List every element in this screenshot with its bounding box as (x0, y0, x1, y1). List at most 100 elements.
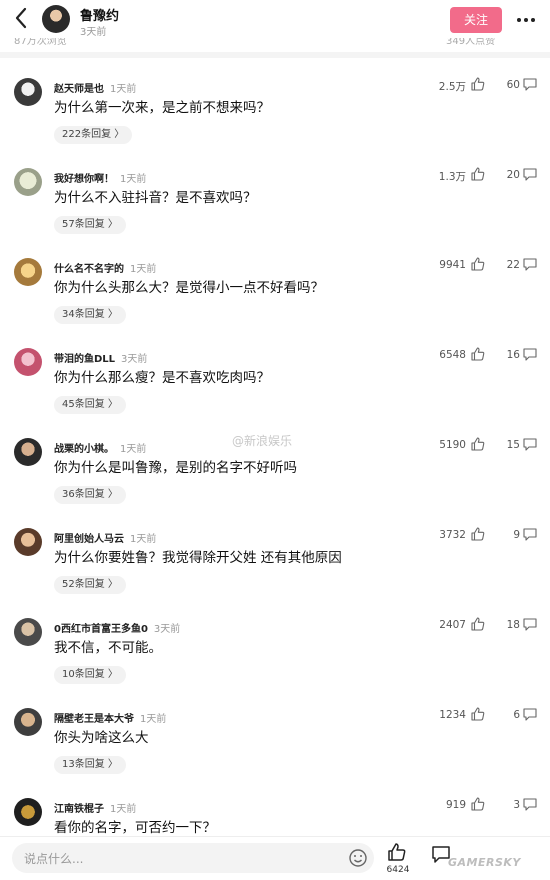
reply-bubble-icon[interactable] (522, 706, 538, 722)
commenter-name-text[interactable]: 什么名不名字的 (54, 264, 124, 275)
comment-reply-count: 20 (506, 169, 520, 181)
view-replies-button[interactable]: 222条回复 〉 (54, 126, 133, 144)
comment-like-count: 9941 (439, 259, 466, 271)
commenter-name-text[interactable]: 我好想你啊！ (54, 174, 114, 185)
comment-reply-count: 6 (513, 709, 520, 721)
emoji-icon[interactable] (348, 848, 368, 868)
commenter-name[interactable]: 隔壁老王是本大爷 1天前 (54, 710, 166, 725)
comment-like-count: 2.5万 (438, 81, 466, 93)
view-replies-button[interactable]: 52条回复 〉 (54, 576, 126, 594)
thumbs-up-icon[interactable] (470, 526, 486, 542)
reply-bubble-icon[interactable] (522, 166, 538, 182)
comment-text[interactable]: 为什么你要姓鲁？我觉得除开父姓 还有其他原因 (54, 546, 342, 566)
view-replies-button[interactable]: 45条回复 〉 (54, 396, 126, 414)
thumbs-up-icon[interactable] (470, 796, 486, 812)
comment-text[interactable]: 我不信，不可能。 (54, 636, 162, 656)
commenter-name-text[interactable]: 带泪的鱼DLL (54, 354, 115, 365)
like-post-icon[interactable] (386, 841, 408, 863)
thumbs-up-icon[interactable] (470, 166, 486, 182)
commenter-name[interactable]: 我好想你啊！ 1天前 (54, 170, 146, 185)
commenter-name-text[interactable]: 战栗的小棋。 (54, 444, 114, 455)
commenter-avatar[interactable] (14, 708, 42, 736)
commenter-avatar[interactable] (14, 78, 42, 106)
commenter-name-text[interactable]: 赵天师是也 (54, 84, 104, 95)
follow-button[interactable]: 关注 (450, 7, 502, 33)
author-avatar[interactable] (42, 5, 70, 33)
thumbs-up-icon[interactable] (470, 616, 486, 632)
view-replies-button[interactable]: 34条回复 〉 (54, 306, 126, 324)
commenter-avatar[interactable] (14, 438, 42, 466)
commenter-name[interactable]: 带泪的鱼DLL 3天前 (54, 350, 147, 365)
thumbs-up-icon[interactable] (470, 436, 486, 452)
thumbs-up-icon[interactable] (470, 346, 486, 362)
comment-reply-count: 15 (506, 439, 520, 451)
comment-text[interactable]: 你为什么头那么大？是觉得小一点不好看吗？ (54, 276, 324, 296)
more-options-icon[interactable] (514, 8, 538, 32)
reply-bubble-icon[interactable] (522, 76, 538, 92)
thumbs-up-icon[interactable] (470, 76, 486, 92)
comment-input[interactable]: 说点什么... (12, 843, 374, 873)
comment-input-placeholder: 说点什么... (24, 852, 84, 866)
reply-bubble-icon[interactable] (522, 346, 538, 362)
commenter-name[interactable]: 0西红市首富王多鱼0 3天前 (54, 620, 180, 635)
comment-item[interactable]: 隔壁老王是本大爷 1天前 你头为啥这么大 13条回复 〉 1234 6 (0, 706, 550, 798)
comment-reply-count: 22 (506, 259, 520, 271)
commenter-name-text[interactable]: 江南铁棍子 (54, 804, 104, 815)
comment-text[interactable]: 为什么不入驻抖音？是不喜欢吗？ (54, 186, 257, 206)
comment-time: 1天前 (120, 444, 147, 455)
commenter-avatar[interactable] (14, 168, 42, 196)
reply-bubble-icon[interactable] (522, 616, 538, 632)
comment-item[interactable]: 带泪的鱼DLL 3天前 你为什么那么瘦？是不喜欢吃肉吗？ 45条回复 〉 6548 16 (0, 346, 550, 438)
view-replies-button[interactable]: 10条回复 〉 (54, 666, 126, 684)
commenter-avatar[interactable] (14, 618, 42, 646)
comment-reply-count: 9 (513, 529, 520, 541)
commenter-avatar[interactable] (14, 258, 42, 286)
post-stats-bar: 87万次浏览 349人点赞 (0, 38, 550, 48)
reply-bubble-icon[interactable] (522, 526, 538, 542)
reply-bubble-icon[interactable] (522, 796, 538, 812)
reply-bubble-icon[interactable] (522, 256, 538, 272)
commenter-name[interactable]: 什么名不名字的 1天前 (54, 260, 156, 275)
reply-bubble-icon[interactable] (522, 436, 538, 452)
comment-text[interactable]: 你为什么那么瘦？是不喜欢吃肉吗？ (54, 366, 270, 386)
commenter-name-text[interactable]: 0西红市首富王多鱼0 (54, 624, 148, 635)
comment-time: 1天前 (130, 534, 157, 545)
commenter-name[interactable]: 战栗的小棋。 1天前 (54, 440, 146, 455)
comment-like-count: 919 (445, 799, 466, 811)
comment-item[interactable]: 我好想你啊！ 1天前 为什么不入驻抖音？是不喜欢吗？ 57条回复 〉 1.3万 20 (0, 166, 550, 258)
weibo-watermark: @新浪娱乐 (232, 434, 293, 448)
comment-like-count: 2407 (439, 619, 466, 631)
comment-like-count: 3732 (439, 529, 466, 541)
comment-reply-count: 60 (506, 79, 520, 91)
comment-item[interactable]: 阿里创始人马云 1天前 为什么你要姓鲁？我觉得除开父姓 还有其他原因 52条回复 〉 3… (0, 526, 550, 618)
commenter-name-text[interactable]: 阿里创始人马云 (54, 534, 124, 545)
view-replies-button[interactable]: 57条回复 〉 (54, 216, 126, 234)
comment-text[interactable]: 你为什么是叫鲁豫，是别的名字不好听吗 (54, 456, 297, 476)
commenter-name[interactable]: 江南铁棍子 1天前 (54, 800, 136, 815)
comment-like-count: 1.3万 (438, 171, 466, 183)
bottom-action-bar: 说点什么... 6424 GAMERSKY (0, 836, 550, 880)
comment-item[interactable]: 赵天师是也 1天前 为什么第一次来，是之前不想来吗？ 222条回复 〉 2.5万 60 (0, 76, 550, 168)
comment-text[interactable]: 你头为啥这么大 (54, 726, 149, 746)
comment-like-count: 1234 (439, 709, 466, 721)
thumbs-up-icon[interactable] (470, 256, 486, 272)
comment-text[interactable]: 为什么第一次来，是之前不想来吗？ (54, 96, 270, 116)
commenter-name-text[interactable]: 隔壁老王是本大爷 (54, 714, 134, 725)
view-replies-button[interactable]: 13条回复 〉 (54, 756, 126, 774)
commenter-avatar[interactable] (14, 528, 42, 556)
comment-item[interactable]: 什么名不名字的 1天前 你为什么头那么大？是觉得小一点不好看吗？ 34条回复 〉 994… (0, 256, 550, 348)
view-replies-button[interactable]: 36条回复 〉 (54, 486, 126, 504)
comment-text[interactable]: 看你的名字，可否约一下？ (54, 816, 216, 836)
commenter-name[interactable]: 赵天师是也 1天前 (54, 80, 136, 95)
commenter-name[interactable]: 阿里创始人马云 1天前 (54, 530, 156, 545)
commenter-avatar[interactable] (14, 348, 42, 376)
comment-like-count: 6548 (439, 349, 466, 361)
comment-like-count: 5190 (439, 439, 466, 451)
thumbs-up-icon[interactable] (470, 706, 486, 722)
comment-item[interactable]: 0西红市首富王多鱼0 3天前 我不信，不可能。 10条回复 〉 2407 18 (0, 616, 550, 708)
likes-summary: 349人点赞 (446, 38, 496, 47)
comment-item[interactable]: 战栗的小棋。 1天前 你为什么是叫鲁豫，是别的名字不好听吗 36条回复 〉 5190 15 (0, 436, 550, 528)
commenter-avatar[interactable] (14, 798, 42, 826)
author-name[interactable]: 鲁豫约 (80, 5, 119, 24)
back-arrow-icon[interactable] (10, 4, 34, 32)
